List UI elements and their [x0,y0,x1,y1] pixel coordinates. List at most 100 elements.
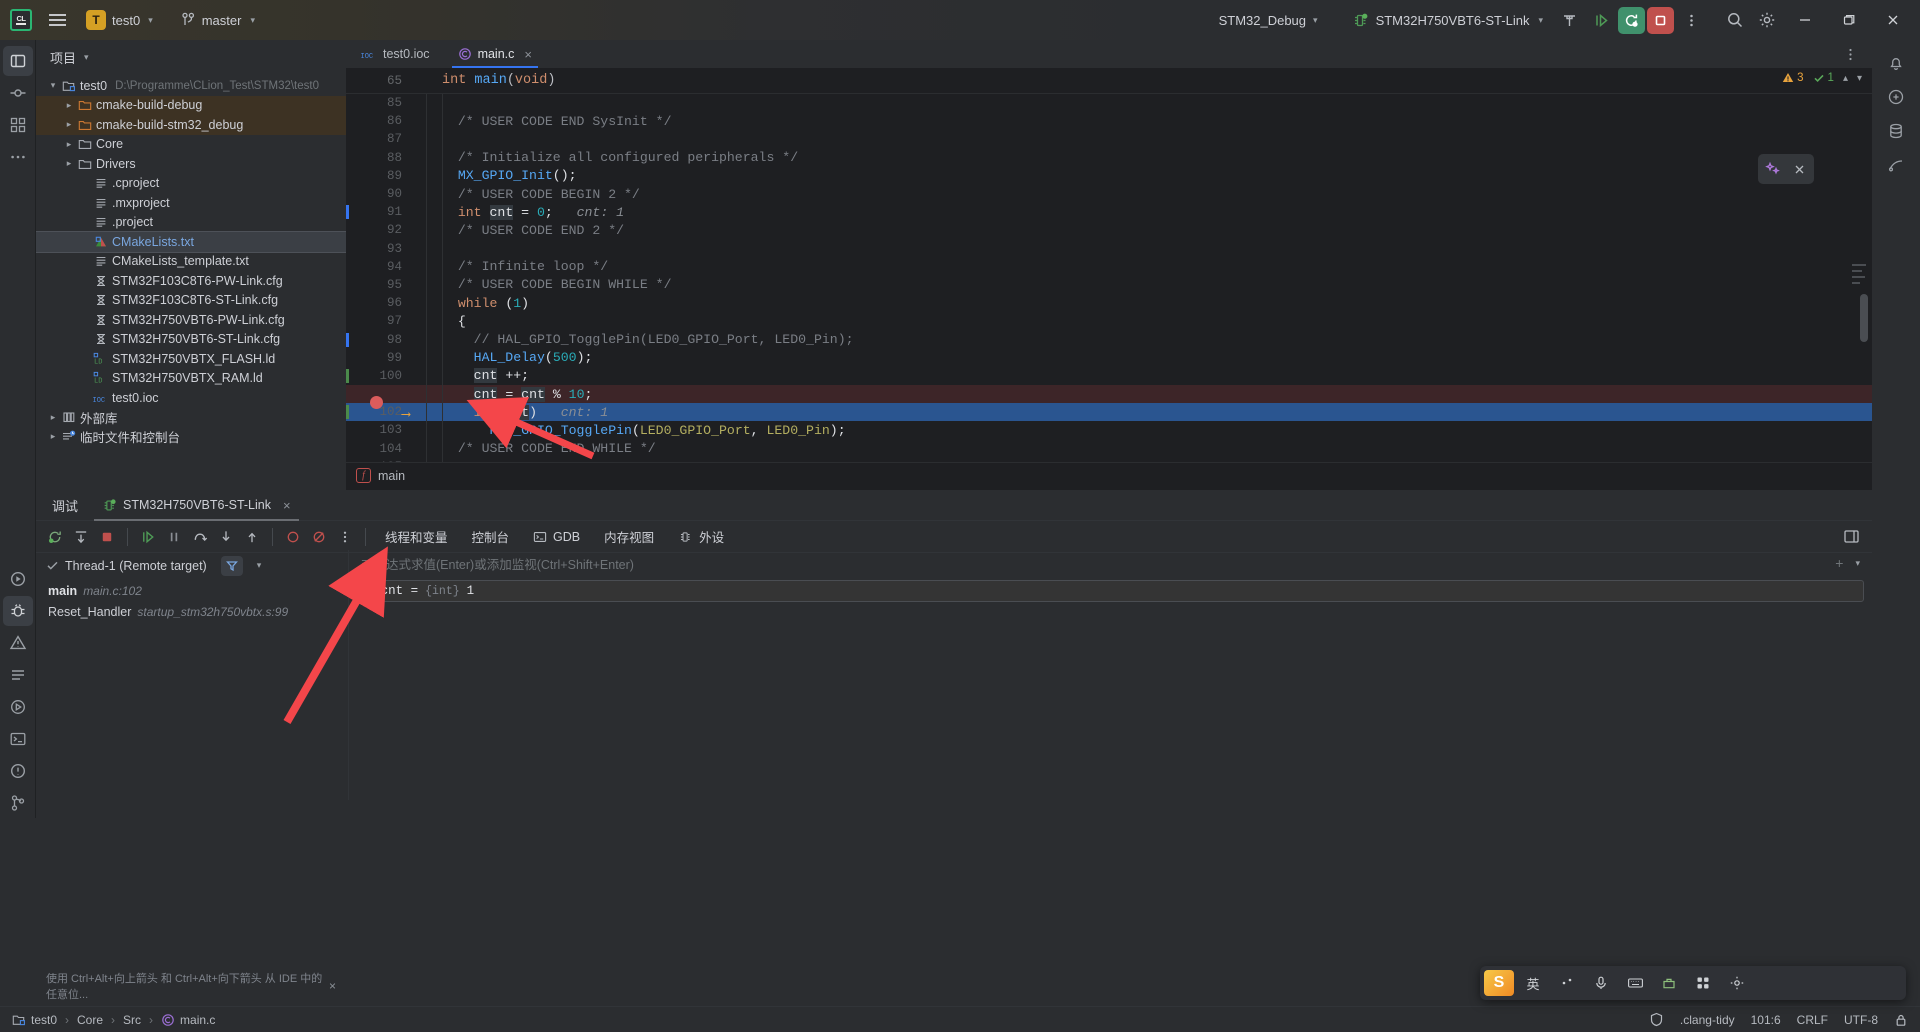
line-number-gutter[interactable]: 99 [346,351,414,365]
line-number-gutter[interactable]: 96 [346,296,414,310]
line-number-gutter[interactable]: 94 [346,260,414,274]
editor-scrollbar-thumb[interactable] [1860,294,1868,342]
breadcrumb-item-main-c[interactable]: main.c [157,1013,219,1027]
line-number-gutter[interactable]: 102 ⟶ [346,405,414,422]
code-line-98[interactable]: 98 // HAL_GPIO_TogglePin(LED0_GPIO_Port,… [346,330,1872,348]
add-icon[interactable]: + [1835,555,1843,571]
code-line-95[interactable]: 95 /* USER CODE BEGIN WHILE */ [346,276,1872,294]
ai-assistant-icon[interactable] [1760,158,1786,180]
tree-item-cmake-build-stm32-debug[interactable]: ▸ cmake-build-stm32_debug [36,115,346,135]
code-line-93[interactable]: 93 [346,240,1872,258]
line-number-gutter[interactable]: 98 [346,332,414,347]
code-line-88[interactable]: 88 /* Initialize all configured peripher… [346,149,1872,167]
line-number-gutter[interactable]: 104 [346,442,414,456]
code-line-90[interactable]: 90 /* USER CODE BEGIN 2 */ [346,185,1872,203]
caret-position[interactable]: 101:6 [1751,1013,1781,1027]
step-into-icon[interactable] [213,524,239,550]
project-tree[interactable]: ▾ test0 D:\Programme\CLion_Test\STM32\test… [36,74,346,447]
chevron-down-icon[interactable]: ▾ [46,80,60,91]
code-line-99[interactable]: 99 HAL_Delay(500); [346,349,1872,367]
keyboard-icon[interactable] [1620,970,1650,996]
close-icon[interactable]: × [329,979,346,993]
breadcrumb-item-test0[interactable]: test0 [8,1013,61,1027]
code-line-101[interactable]: cnt = cnt % 10; [346,385,1872,410]
line-number-gutter[interactable]: 93 [346,242,414,256]
code-line-91[interactable]: 91 int cnt = 0; cnt: 1 [346,203,1872,221]
code-line-104[interactable]: 104 /* USER CODE END WHILE */ [346,440,1872,458]
step-out-icon[interactable] [239,524,265,550]
call-stack-frames[interactable]: main main.c:102 Reset_Handler startup_stm32… [36,576,346,800]
debug-tab-view-0[interactable]: 线程和变量 [373,524,460,550]
chevron-down-icon[interactable]: ▾ [84,52,89,63]
debug-layout-button[interactable] [1843,528,1872,545]
microphone-icon[interactable] [1586,970,1616,996]
debug-tab-view-4[interactable]: 外设 [666,524,736,550]
settings-icon[interactable] [1722,970,1752,996]
tree-item-stm32h750vbtx-flash-ld[interactable]: LD STM32H750VBTX_FLASH.ld [36,349,346,369]
code-editor-canvas[interactable]: 85 86 /* USER CODE END SysInit */87 88 /* … [346,94,1872,462]
resume-program-icon[interactable] [68,524,94,550]
code-line-103[interactable]: 103 HAL_GPIO_TogglePin(LED0_GPIO_Port, L… [346,421,1872,439]
stack-frame-row[interactable]: Reset_Handler startup_stm32h750vbtx.s:99 [36,601,346,622]
code-line-96[interactable]: 96 while (1) [346,294,1872,312]
variables-panel[interactable]: 10 01 cnt = {int} 1 [348,576,1872,800]
chevron-right-icon[interactable]: ▸ [62,119,76,130]
close-icon[interactable]: × [524,47,532,62]
code-line-86[interactable]: 86 /* USER CODE END SysInit */ [346,112,1872,130]
inspection-prev-icon[interactable]: ▴ [1843,73,1848,84]
line-number-gutter[interactable]: 103 [346,423,414,437]
chevron-right-icon[interactable]: ▸ [62,100,76,111]
code-line-97[interactable]: 97 { [346,312,1872,330]
code-line-87[interactable]: 87 [346,130,1872,148]
line-number-gutter[interactable]: 105 [346,460,414,462]
line-number-gutter[interactable]: 95 [346,278,414,292]
apps-icon[interactable] [1688,970,1718,996]
sidebar-item-run[interactable] [3,564,33,594]
tree-item-drivers[interactable]: ▸ Drivers [36,154,346,174]
more-vertical-icon[interactable] [1829,40,1872,68]
tree-item-cmake-build-debug[interactable]: ▸ cmake-build-debug [36,95,346,115]
tree-item-stm32h750vbt6-st-link-cfg[interactable]: STM32H750VBT6-ST-Link.cfg [36,330,346,350]
code-line-85[interactable]: 85 [346,94,1872,112]
chevron-right-icon[interactable]: ▸ [62,139,76,150]
more-vertical-icon[interactable] [1676,5,1706,35]
code-line-92[interactable]: 92 /* USER CODE END 2 */ [346,221,1872,239]
tree-item-mxproject[interactable]: .mxproject [36,193,346,213]
tree-item-[interactable]: ▸ 临时文件和控制台 [36,427,346,447]
code-line-100[interactable]: 100 cnt ++; [346,367,1872,385]
close-icon[interactable] [1786,158,1812,180]
sidebar-item-structure[interactable] [3,110,33,140]
lock-icon[interactable] [1894,1013,1908,1027]
close-icon[interactable]: × [283,498,291,513]
tree-item-stm32f103c8t6-st-link-cfg[interactable]: STM32F103C8T6-ST-Link.cfg [36,291,346,311]
stack-frame-row[interactable]: main main.c:102 [36,580,346,601]
breadcrumb-item-Core[interactable]: Core [73,1013,107,1027]
debug-restart-button[interactable] [1618,6,1645,34]
vcs-branch-widget[interactable]: master ▾ [173,9,263,31]
tree-item-cmakelists-template-txt[interactable]: CMakeLists_template.txt [36,252,346,272]
chevron-right-icon[interactable]: ▸ [46,431,60,442]
editor-footer-symbol[interactable]: main [378,469,405,483]
tree-item-stm32h750vbtx-ram-ld[interactable]: LD STM32H750VBTX_RAM.ld [36,369,346,389]
sidebar-item-debug[interactable] [2,596,33,626]
project-widget[interactable]: T test0 ▾ [82,7,161,33]
filter-icon[interactable] [220,555,243,576]
step-over-icon[interactable] [187,524,213,550]
run-configuration-selector[interactable]: STM32_Debug ▾ [1210,9,1327,32]
close-button[interactable] [1872,0,1914,40]
sogou-ime-icon[interactable]: S [1484,970,1514,996]
line-number-gutter[interactable]: 86 [346,114,414,128]
evaluate-expression-bar[interactable]: 对表达式求值(Enter)或添加监视(Ctrl+Shift+Enter) + ▾ [348,550,1872,576]
rerun-icon[interactable] [42,524,68,550]
sidebar-item-commit[interactable] [3,78,33,108]
search-icon[interactable] [1720,5,1750,35]
tree-item-[interactable]: ▸ 外部库 [36,408,346,428]
hamburger-menu-icon[interactable] [44,7,70,33]
line-number-gutter[interactable]: 92 [346,223,414,237]
sidebar-item-problems[interactable] [3,628,33,658]
tree-item-test0-ioc[interactable]: IOC test0.ioc [36,388,346,408]
gear-icon[interactable] [1752,5,1782,35]
editor-tab-main-c[interactable]: main.c × [444,40,546,68]
run-button[interactable] [1586,5,1616,35]
sidebar-item-project[interactable] [2,46,33,76]
